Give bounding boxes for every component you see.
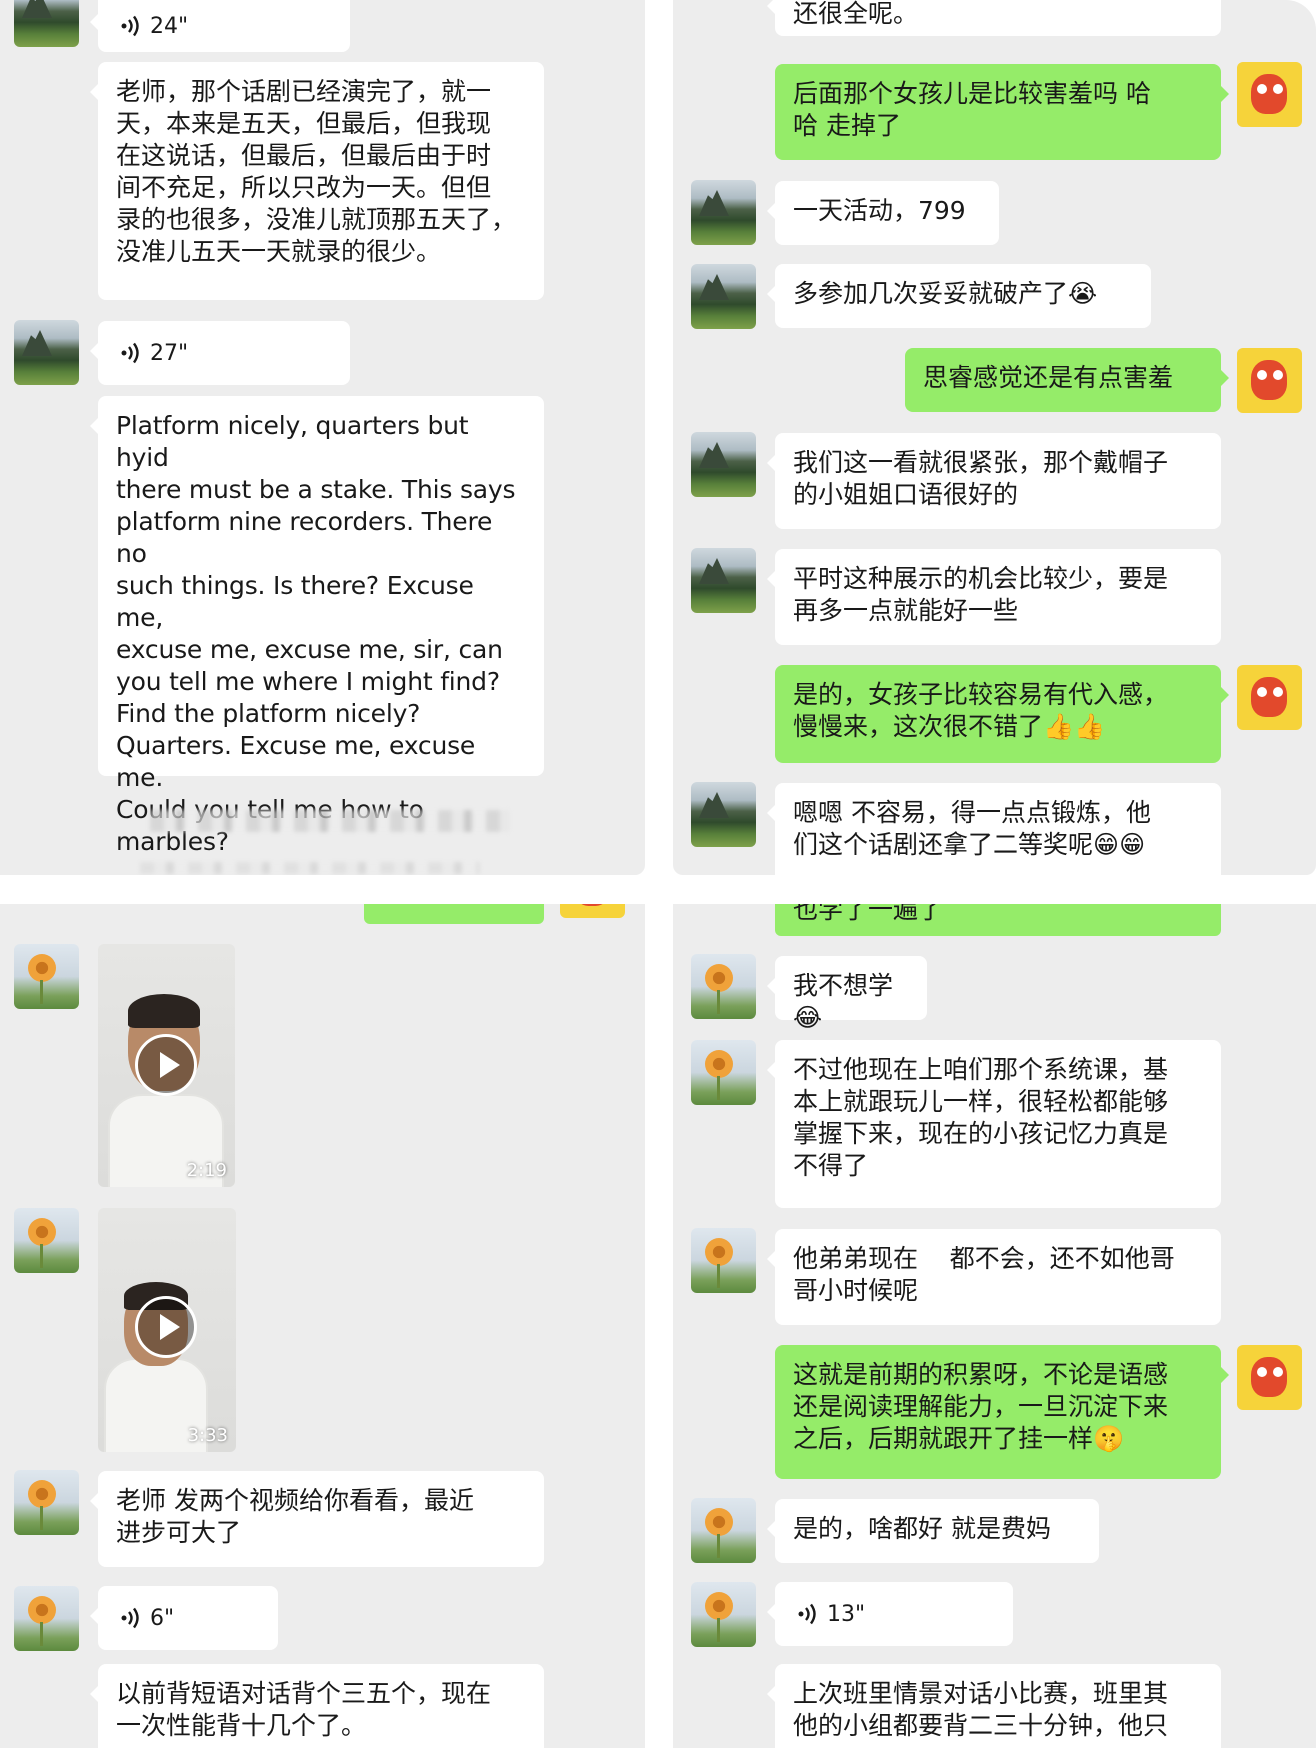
contact-avatar[interactable] (691, 1582, 756, 1647)
voice-message[interactable]: 6" (90, 1586, 278, 1650)
video-duration: 2:19 (186, 1160, 227, 1181)
message-bubble[interactable]: 多参加几次妥妥就破产了😭 (767, 264, 1151, 328)
contact-avatar[interactable] (691, 1498, 756, 1563)
my-message-bubble[interactable]: 思睿感觉还是有点害羞 (905, 348, 1229, 412)
chat-panel-top-right: 还很全呢。 后面那个女孩儿是比较害羞吗 哈 哈 走掉了 一天活动，799 多参加… (673, 0, 1316, 875)
contact-avatar[interactable] (691, 782, 756, 847)
video-duration: 3:33 (187, 1425, 228, 1446)
voice-transcript-bubble[interactable]: Platform nicely, quarters but hyid there… (90, 396, 544, 856)
contact-avatar[interactable] (14, 944, 79, 1009)
my-message-bubble[interactable]: 这就是前期的积累呀，不论是语感 还是阅读理解能力，一旦沉淀下来 之后，后期就跟开… (775, 1345, 1229, 1479)
voice-wave-icon (121, 1607, 139, 1629)
contact-avatar[interactable] (691, 180, 756, 245)
blurred-text (140, 862, 480, 874)
voice-message[interactable]: 27" (90, 321, 350, 385)
message-bubble-fragment[interactable]: 还很全呢。 (767, 0, 1221, 36)
contact-avatar[interactable] (691, 1040, 756, 1105)
contact-avatar[interactable] (691, 1228, 756, 1293)
voice-duration: 24" (150, 13, 189, 39)
voice-message[interactable]: 24" (90, 0, 350, 52)
voice-wave-icon (121, 342, 139, 364)
contact-avatar[interactable] (14, 1586, 79, 1651)
play-icon[interactable] (135, 1034, 197, 1096)
message-bubble[interactable]: 我们这一看就很紧张，那个戴帽子 的小姐姐口语很好的 (767, 433, 1221, 529)
contact-avatar[interactable] (14, 1208, 79, 1273)
message-bubble[interactable]: 嗯嗯 不容易，得一点点锻炼，他 们这个话剧还拿了二等奖呢😁😁 (767, 783, 1221, 875)
message-bubble[interactable]: 平时这种展示的机会比较少，要是 再多一点就能好一些 (767, 549, 1221, 645)
voice-duration: 13" (827, 1601, 866, 1627)
message-bubble[interactable]: 他弟弟现在 都不会，还不如他哥 哥小时候呢 (767, 1229, 1221, 1325)
message-fragment-text: 也学了一遍了 (793, 904, 944, 924)
message-bubble[interactable]: 老师，那个话剧已经演完了，就一 天，本来是五天，但最后，但我现 在这说话，但最后… (90, 62, 544, 300)
contact-avatar[interactable] (14, 1470, 79, 1535)
video-message[interactable]: 3:33 (98, 1208, 236, 1452)
my-avatar[interactable] (1237, 1345, 1302, 1410)
message-bubble[interactable]: 老师 发两个视频给你看看，最近 进步可大了 (90, 1471, 544, 1567)
voice-duration: 27" (150, 340, 189, 366)
message-bubble[interactable]: 以前背短语对话背个三五个，现在 一次性能背十几个了。 (90, 1664, 544, 1748)
my-message-fragment (364, 904, 544, 924)
contact-avatar[interactable] (691, 264, 756, 329)
voice-wave-icon (121, 15, 139, 37)
message-bubble[interactable]: 不过他现在上咱们那个系统课，基 本上就跟玩儿一样，很轻松都能够 掌握下来，现在的… (767, 1040, 1221, 1208)
my-avatar (560, 904, 625, 918)
my-message-bubble[interactable]: 后面那个女孩儿是比较害羞吗 哈 哈 走掉了 (775, 64, 1229, 160)
contact-avatar[interactable] (14, 320, 79, 385)
video-message[interactable]: 2:19 (98, 944, 235, 1187)
my-message-bubble[interactable]: 是的，女孩子比较容易有代入感， 慢慢来，这次很不错了👍👍 (775, 665, 1229, 763)
voice-message[interactable]: 13" (767, 1582, 1013, 1646)
message-bubble[interactable]: 上次班里情景对话小比赛，班里其 他的小组都要背二三十分钟，他只 (767, 1664, 1221, 1748)
message-bubble[interactable]: 是的，啥都好 就是费妈 (767, 1499, 1099, 1563)
contact-avatar[interactable] (691, 432, 756, 497)
my-message-fragment: 也学了一遍了 (775, 904, 1221, 936)
chat-panel-bottom-right: 也学了一遍了 我不想学😂 不过他现在上咱们那个系统课，基 本上就跟玩儿一样，很轻… (673, 904, 1316, 1748)
voice-wave-icon (798, 1603, 816, 1625)
voice-duration: 6" (150, 1605, 175, 1631)
chat-panel-top-left: 24" 老师，那个话剧已经演完了，就一 天，本来是五天，但最后，但我现 在这说话… (0, 0, 645, 875)
blurred-text (150, 810, 510, 832)
message-bubble[interactable]: 我不想学😂 (767, 956, 927, 1032)
contact-avatar[interactable] (14, 0, 79, 47)
my-avatar[interactable] (1237, 665, 1302, 730)
my-avatar[interactable] (1237, 62, 1302, 127)
message-bubble[interactable]: 一天活动，799 (767, 181, 999, 245)
contact-avatar[interactable] (691, 548, 756, 613)
play-icon[interactable] (135, 1296, 197, 1358)
my-avatar[interactable] (1237, 348, 1302, 413)
chat-panel-bottom-left: 2:19 3:33 老师 发两个视频给你看看，最近 进步可大了 6" 以前背短语… (0, 904, 645, 1748)
contact-avatar[interactable] (691, 954, 756, 1019)
video-frame (128, 994, 200, 1028)
